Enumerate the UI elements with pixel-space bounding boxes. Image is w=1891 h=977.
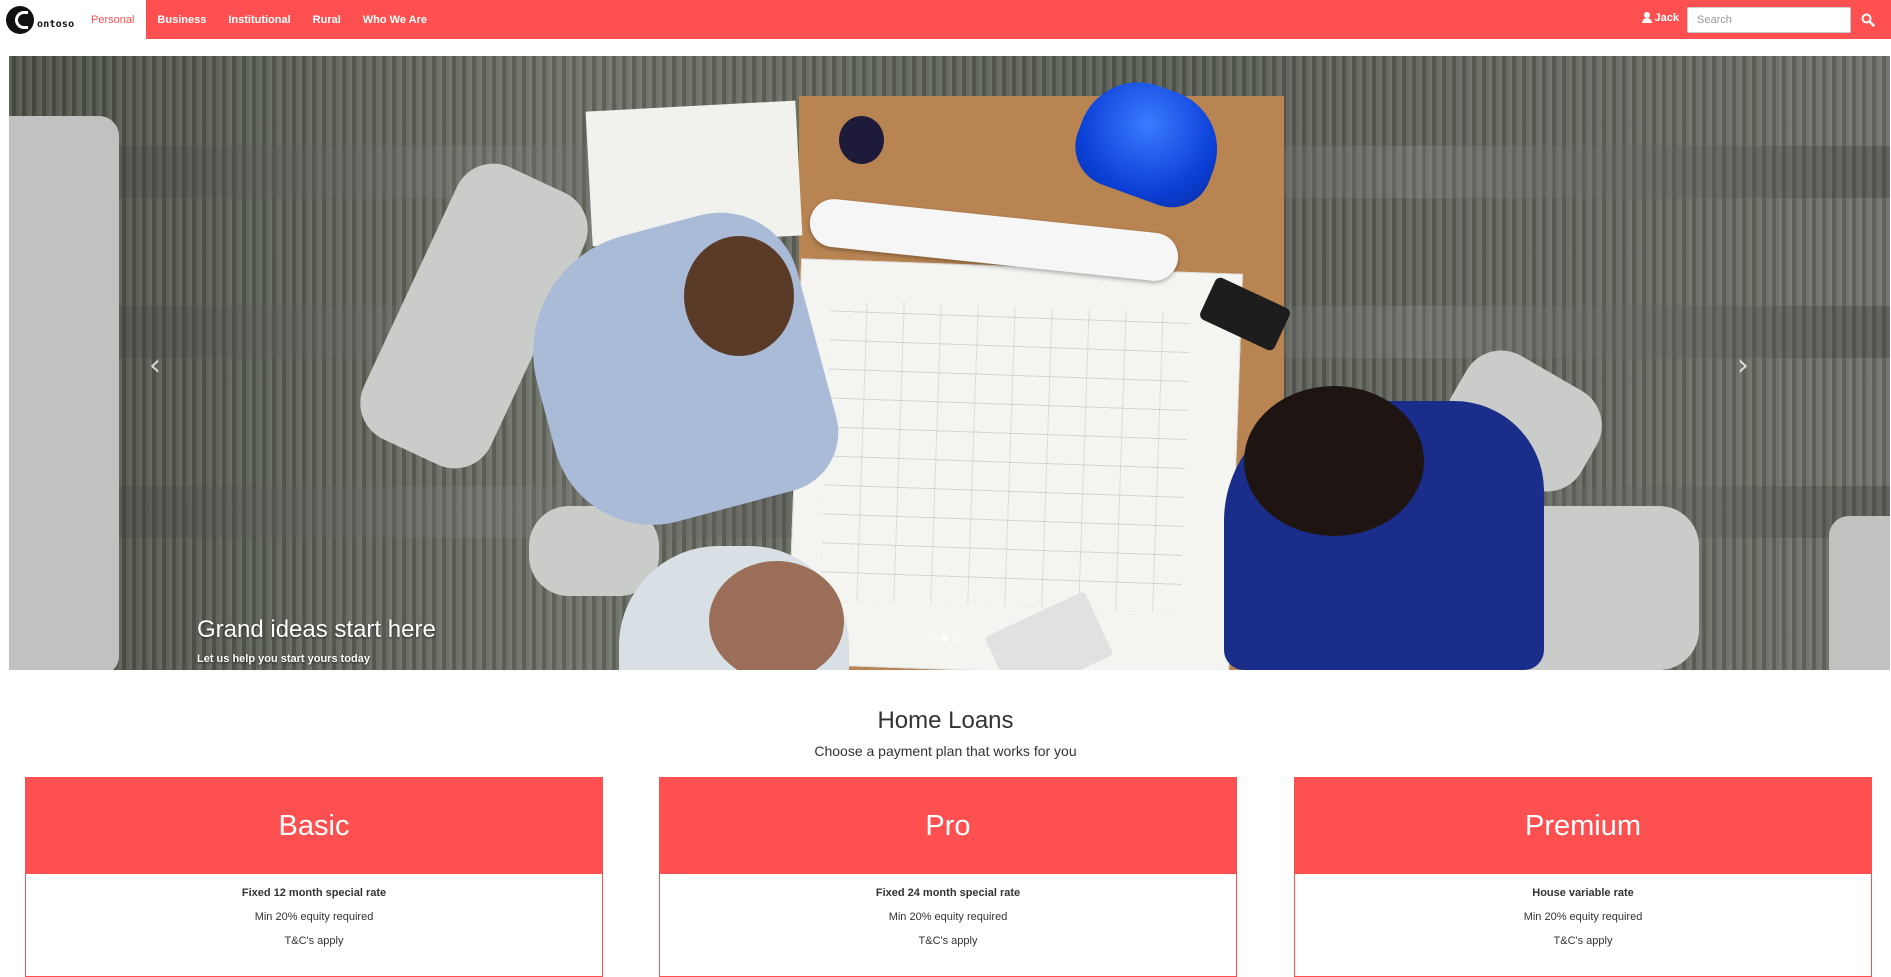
logo-icon — [6, 6, 34, 34]
plan-card-pro[interactable]: Pro Fixed 24 month special rate Min 20% … — [659, 777, 1237, 977]
carousel-indicator[interactable] — [941, 634, 948, 641]
plan-body: Fixed 24 month special rate Min 20% equi… — [660, 874, 1236, 947]
hero-carousel: ‹ › Grand ideas start here Let us help y… — [9, 56, 1890, 670]
chevron-left-icon[interactable]: ‹ — [145, 351, 165, 381]
plan-rate: House variable rate — [1532, 887, 1634, 899]
search-input[interactable] — [1687, 6, 1851, 33]
plan-card-premium[interactable]: Premium House variable rate Min 20% equi… — [1294, 777, 1872, 977]
plan-title: Premium — [1295, 778, 1871, 874]
coffee-mug — [839, 116, 884, 164]
plan-body: House variable rate Min 20% equity requi… — [1295, 874, 1871, 947]
user-icon — [1641, 12, 1652, 23]
chevron-right-icon[interactable]: › — [1733, 351, 1753, 381]
nav-item-business[interactable]: Business — [146, 0, 217, 39]
nav-item-rural[interactable]: Rural — [302, 0, 352, 39]
hero-title: Grand ideas start here — [197, 616, 436, 643]
logo-text: ontoso — [37, 19, 75, 30]
brand-logo[interactable]: ontoso — [0, 0, 79, 39]
search-icon[interactable] — [1861, 13, 1875, 27]
carousel-indicators — [930, 634, 959, 641]
nav-item-personal[interactable]: Personal — [79, 0, 147, 39]
plan-body: Fixed 12 month special rate Min 20% equi… — [26, 874, 602, 947]
plan-equity: Min 20% equity required — [1523, 911, 1643, 923]
nav-item-institutional[interactable]: Institutional — [217, 0, 301, 39]
plan-equity: Min 20% equity required — [888, 911, 1008, 923]
hero-subtitle: Let us help you start yours today — [197, 653, 370, 665]
plan-rate: Fixed 24 month special rate — [875, 887, 1021, 899]
blueprint — [787, 258, 1243, 670]
section-subtitle: Choose a payment plan that works for you — [814, 743, 1077, 759]
top-navbar: ontoso Personal Business Institutional R… — [0, 0, 1891, 39]
cabinet — [1829, 516, 1890, 670]
woman-head — [1244, 386, 1424, 536]
carousel-indicator[interactable] — [952, 634, 959, 641]
plan-card-basic[interactable]: Basic Fixed 12 month special rate Min 20… — [25, 777, 603, 977]
plan-rate: Fixed 12 month special rate — [241, 887, 387, 899]
user-menu[interactable]: Jack — [1641, 11, 1679, 24]
man-head-bottom — [709, 561, 844, 670]
man-head — [684, 236, 794, 356]
user-name: Jack — [1654, 11, 1679, 24]
carousel-indicator[interactable] — [930, 634, 937, 641]
nav-right: Jack — [1641, 0, 1875, 39]
hero-caption: Grand ideas start here Let us help you s… — [197, 616, 436, 665]
nav-item-who-we-are[interactable]: Who We Are — [352, 0, 438, 39]
main-nav: Personal Business Institutional Rural Wh… — [79, 0, 438, 39]
plan-equity: Min 20% equity required — [254, 911, 374, 923]
plan-title: Basic — [26, 778, 602, 874]
plan-terms: T&C's apply — [284, 935, 344, 947]
section-title: Home Loans — [877, 707, 1014, 734]
cabinet — [9, 116, 119, 670]
plan-terms: T&C's apply — [1553, 935, 1613, 947]
plan-title: Pro — [660, 778, 1236, 874]
plan-terms: T&C's apply — [918, 935, 978, 947]
